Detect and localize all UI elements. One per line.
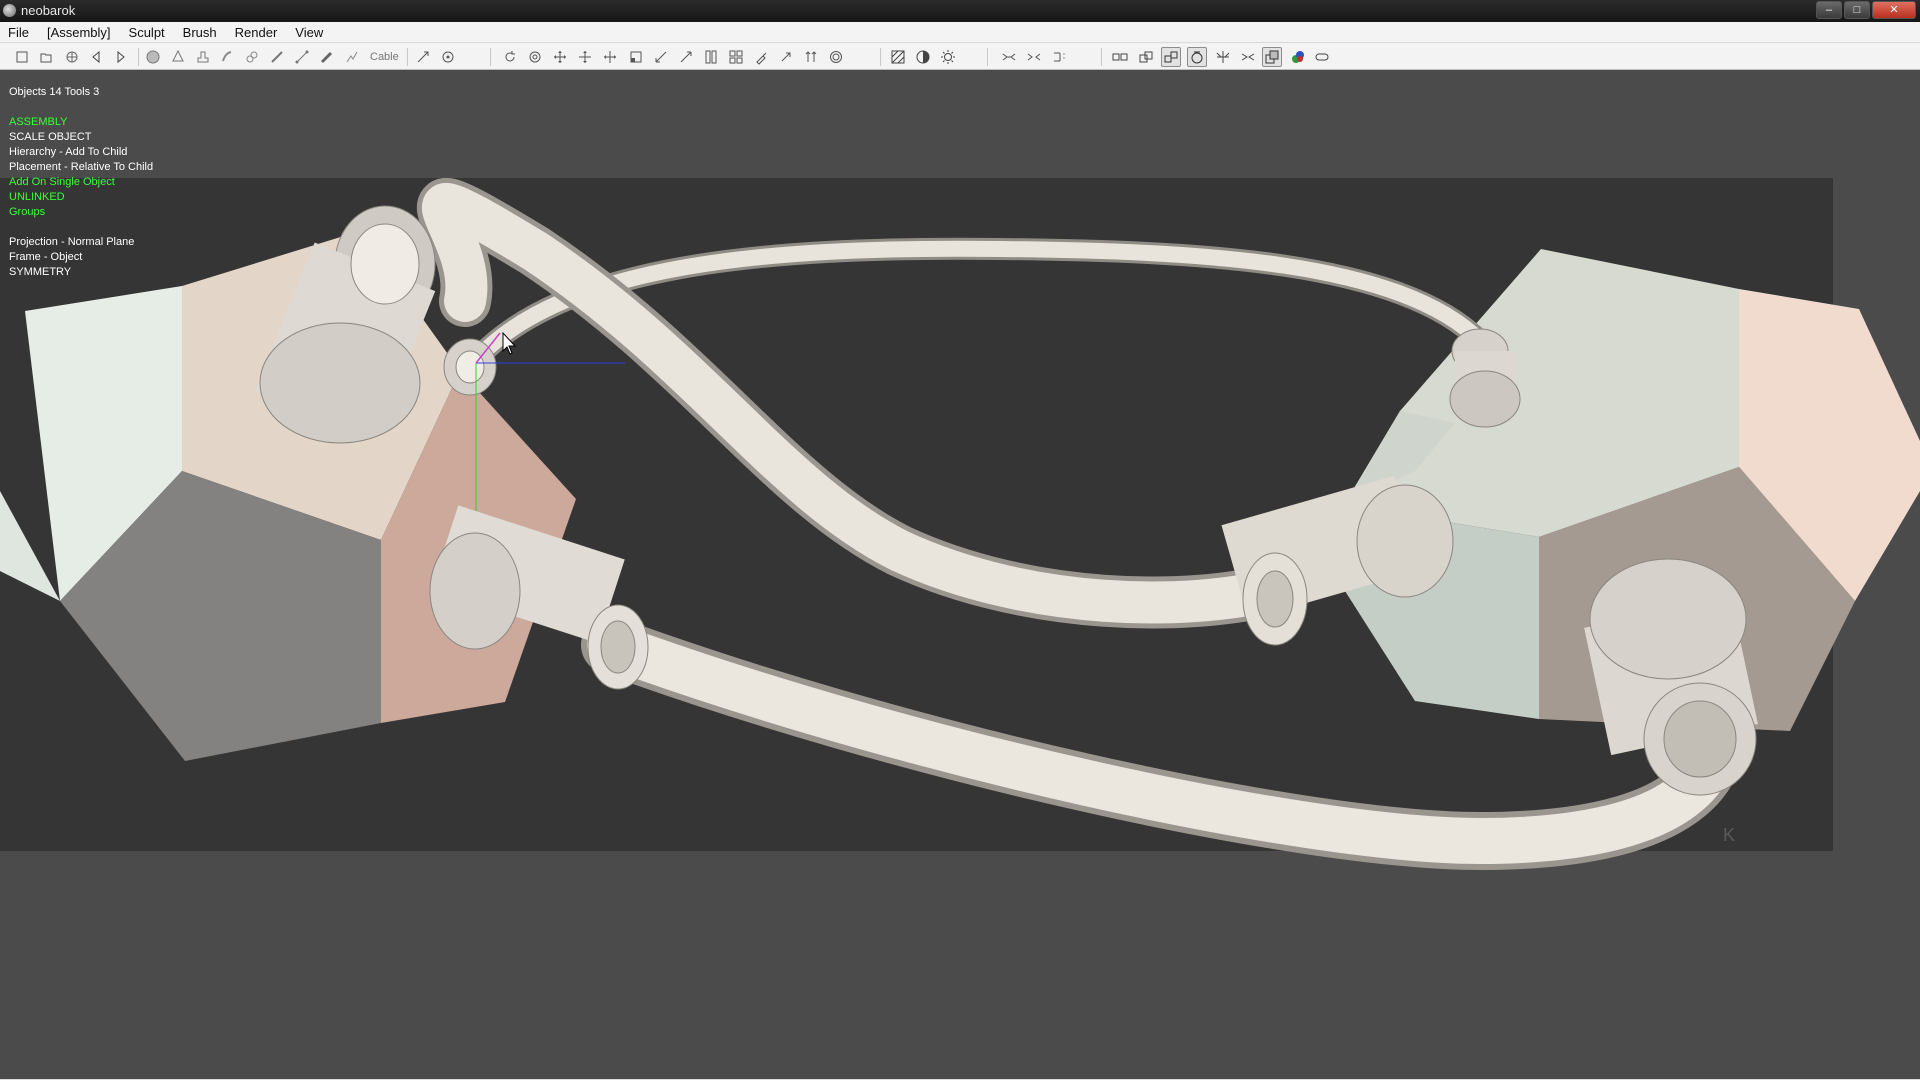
hud-hierarchy: Hierarchy - Add To Child [9, 146, 128, 158]
hud-placement: Placement - Relative To Child [9, 161, 154, 173]
align-icon[interactable] [776, 47, 796, 67]
menu-sculpt[interactable]: Sculpt [120, 22, 174, 43]
mirror-z-icon[interactable] [1050, 47, 1070, 67]
app-icon [3, 4, 16, 17]
unlink-icon[interactable] [1238, 47, 1258, 67]
link-objects-icon[interactable] [1110, 47, 1130, 67]
move-axis-icon[interactable] [600, 47, 620, 67]
line-tool-icon[interactable] [292, 47, 312, 67]
pick-tool-icon[interactable] [413, 47, 433, 67]
minimize-button[interactable]: – [1816, 1, 1842, 19]
new-scene-icon[interactable] [12, 47, 32, 67]
3d-viewport[interactable]: K Objects 14 Tools 3 ASSEMBLY SCALE OBJE… [0, 71, 1920, 1079]
frame-object-icon[interactable] [1262, 47, 1282, 67]
wireframe-icon[interactable] [888, 47, 908, 67]
bend-icon[interactable] [676, 47, 696, 67]
menu-file[interactable]: File [0, 22, 38, 43]
maximize-button[interactable]: □ [1844, 1, 1870, 19]
rotate-icon[interactable] [500, 47, 520, 67]
hud-link-state: UNLINKED [9, 191, 65, 203]
pillars-icon[interactable] [801, 47, 821, 67]
menu-brush[interactable]: Brush [174, 22, 226, 43]
curve-tool-icon[interactable] [342, 47, 362, 67]
grid-settings-icon[interactable] [62, 47, 82, 67]
sphere-tool-icon[interactable] [143, 47, 163, 67]
array-icon[interactable] [726, 47, 746, 67]
shape-tool-icon[interactable] [168, 47, 188, 67]
smudge-tool-icon[interactable] [217, 47, 237, 67]
toolbar: Cable [0, 43, 1920, 70]
open-file-icon[interactable] [36, 47, 56, 67]
group-objects-icon[interactable] [1136, 47, 1156, 67]
hud-projection: Projection - Normal Plane [9, 236, 135, 248]
move-icon[interactable] [550, 47, 570, 67]
color-palette-icon[interactable] [1288, 47, 1308, 67]
menu-render[interactable]: Render [226, 22, 287, 43]
scale-icon[interactable] [626, 47, 646, 67]
menu-assembly[interactable]: [Assembly] [38, 22, 120, 43]
title-bar: neobarok – □ ✕ [0, 0, 1920, 22]
rotate-view-icon[interactable] [525, 47, 545, 67]
window-controls: – □ ✕ [1816, 1, 1916, 19]
clay-tool-icon[interactable] [242, 47, 262, 67]
mirror-y-icon[interactable] [1024, 47, 1044, 67]
add-child-icon[interactable] [1213, 47, 1233, 67]
hud-object-count: Objects 14 Tools 3 [9, 86, 100, 98]
brush-stroke-icon[interactable] [317, 47, 337, 67]
hierarchy-icon[interactable] [1161, 47, 1181, 67]
placement-icon[interactable] [1187, 47, 1207, 67]
hud-groups: Groups [9, 206, 46, 218]
menu-view[interactable]: View [286, 22, 332, 43]
radial-icon[interactable] [826, 47, 846, 67]
stretch-icon[interactable] [651, 47, 671, 67]
cable-tool-label[interactable]: Cable [370, 51, 399, 63]
hud-frame: Frame - Object [9, 251, 83, 263]
viewport-hud: Objects 14 Tools 3 ASSEMBLY SCALE OBJECT… [9, 85, 153, 280]
pen-tool-icon[interactable] [267, 47, 287, 67]
hud-add-on: Add On Single Object [9, 176, 115, 188]
hud-action: SCALE OBJECT [9, 131, 92, 143]
mirror-x-icon[interactable] [999, 47, 1019, 67]
close-button[interactable]: ✕ [1872, 1, 1916, 19]
move-plane-icon[interactable] [575, 47, 595, 67]
split-icon[interactable] [701, 47, 721, 67]
shading-icon[interactable] [913, 47, 933, 67]
undo-icon[interactable] [86, 47, 106, 67]
corner-mark: K [1723, 825, 1735, 845]
target-tool-icon[interactable] [438, 47, 458, 67]
redo-icon[interactable] [111, 47, 131, 67]
twist-icon[interactable] [751, 47, 771, 67]
scene-render[interactable]: K [0, 71, 1920, 1079]
loop-icon[interactable] [1312, 47, 1332, 67]
light-icon[interactable] [938, 47, 958, 67]
hud-symmetry: SYMMETRY [9, 266, 72, 278]
stamp-tool-icon[interactable] [193, 47, 213, 67]
menu-bar: File [Assembly] Sculpt Brush Render View [0, 22, 1920, 43]
hud-mode: ASSEMBLY [9, 116, 68, 128]
window-title: neobarok [21, 3, 76, 18]
